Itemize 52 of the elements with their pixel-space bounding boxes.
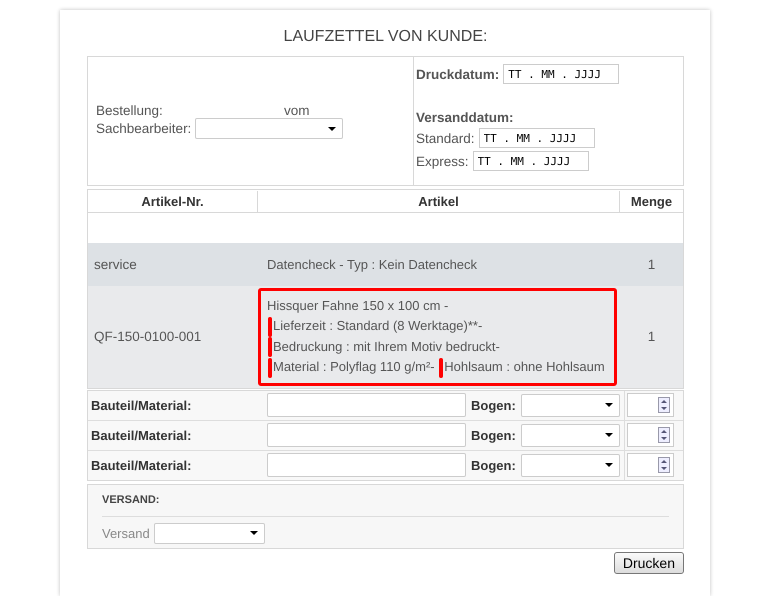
quantity: 1 (646, 329, 656, 344)
sheet-select[interactable] (520, 424, 620, 447)
shipping-heading: VERSAND: (102, 494, 160, 506)
column-header: Artikel-Nr. (88, 190, 258, 212)
quantity: 1 (646, 257, 656, 272)
quantity-spinner[interactable] (626, 453, 674, 478)
shipping-date-label: Versanddatum: (416, 110, 515, 125)
column-header: Artikel (258, 190, 620, 212)
clerk-select[interactable] (195, 118, 344, 139)
material-label: Bauteil/Material: (90, 398, 192, 413)
print-date-label: Druckdatum: (416, 66, 500, 82)
article-number: service (93, 257, 138, 272)
caret-icon (604, 463, 613, 468)
print-button[interactable]: Drucken (614, 552, 684, 574)
caret-icon (604, 403, 613, 408)
spinner-arrows-icon (658, 427, 670, 444)
material-field[interactable] (267, 423, 466, 448)
article-text: Material : Polyflag 110 g/m²- (273, 359, 435, 374)
sheet-select[interactable] (520, 454, 620, 477)
sheet-label: Bogen: (471, 398, 516, 413)
sheet-select[interactable] (520, 394, 620, 417)
order-label: Bestellung: (96, 103, 164, 118)
material-field[interactable] (267, 393, 466, 418)
article-text: Lieferzeit : Standard (8 Werktage)**- (273, 318, 482, 333)
article-text: Hohlsaum : ohne Hohlsaum (444, 359, 605, 374)
article-text: Datencheck - Typ : Kein Datencheck (267, 256, 478, 272)
column-header: Menge (630, 192, 674, 211)
caret-icon (328, 126, 336, 130)
shipping-select[interactable] (154, 522, 265, 544)
quantity-spinner[interactable] (626, 393, 674, 418)
article-text: Hissquer Fahne 150 x 100 cm - (267, 298, 448, 313)
spinner-arrows-icon (658, 457, 670, 474)
material-field[interactable] (267, 453, 466, 478)
sheet-label: Bogen: (471, 458, 516, 473)
material-label: Bauteil/Material: (90, 428, 192, 443)
page-title: LAUFZETTEL VON KUNDE: (282, 28, 488, 46)
shipping-type-label: Express: (416, 154, 469, 168)
spinner-arrows-icon (658, 397, 670, 414)
quantity-spinner[interactable] (626, 423, 674, 448)
material-label: Bauteil/Material: (90, 458, 192, 473)
print-date-field[interactable]: TT . MM . JJJJ (503, 64, 620, 84)
article-number: QF-150-0100-001 (93, 329, 202, 344)
clerk-label: Sachbearbeiter: (96, 121, 192, 136)
caret-icon (250, 531, 258, 536)
shipping-date-field[interactable]: TT . MM . JJJJ (478, 128, 595, 148)
article-text: Bedruckung : mit Ihrem Motiv bedruckt- (273, 338, 500, 354)
shipping-date-field[interactable]: TT . MM . JJJJ (472, 151, 589, 171)
caret-icon (604, 433, 613, 438)
date-label: vom (284, 103, 310, 118)
sheet-label: Bogen: (471, 428, 516, 443)
shipping-label: Versand (102, 526, 150, 541)
shipping-type-label: Standard: (416, 130, 475, 146)
